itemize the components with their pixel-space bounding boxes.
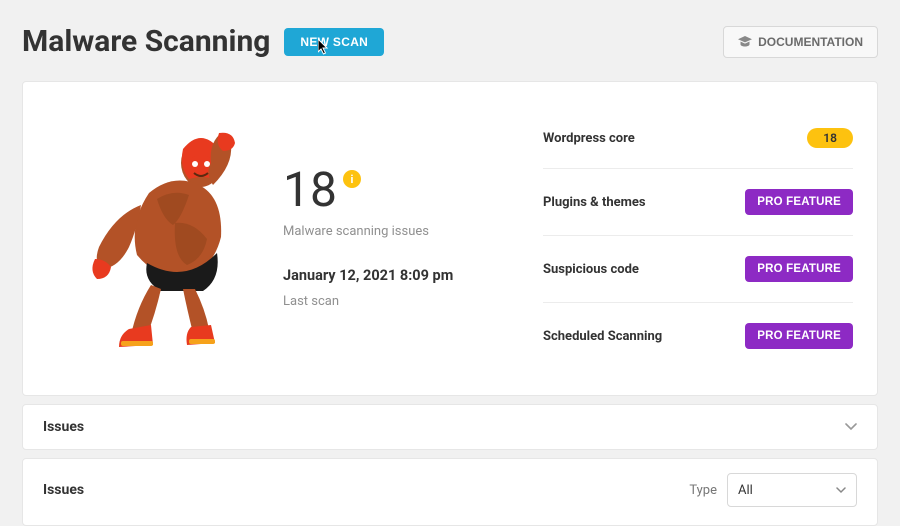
info-badge-icon: i xyxy=(343,170,361,188)
issues-panel-title: Issues xyxy=(43,482,84,498)
page-header: Malware Scanning NEW SCAN DOCUMENTATION xyxy=(0,0,900,73)
type-filter-label: Type xyxy=(689,483,717,498)
chevron-down-icon xyxy=(836,484,846,497)
stat-label: Wordpress core xyxy=(543,131,635,146)
new-scan-label: NEW SCAN xyxy=(300,35,368,49)
stats-column: Wordpress core 18 Plugins & themes PRO F… xyxy=(543,108,853,369)
stat-label: Scheduled Scanning xyxy=(543,329,662,344)
last-scan-time: January 12, 2021 8:09 pm xyxy=(283,267,543,284)
page-title: Malware Scanning xyxy=(22,24,270,59)
pro-feature-button[interactable]: PRO FEATURE xyxy=(745,256,853,282)
stat-label: Suspicious code xyxy=(543,262,639,277)
issue-count: 18 xyxy=(283,166,337,214)
chevron-down-icon xyxy=(845,419,857,435)
last-scan-label: Last scan xyxy=(283,294,543,309)
issue-subtitle: Malware scanning issues xyxy=(283,224,543,239)
pro-feature-button[interactable]: PRO FEATURE xyxy=(745,323,853,349)
stat-row-scheduled-scanning: Scheduled Scanning PRO FEATURE xyxy=(543,303,853,369)
documentation-label: DOCUMENTATION xyxy=(758,35,863,49)
summary-column: 18 i Malware scanning issues January 12,… xyxy=(283,108,543,369)
stat-count-badge: 18 xyxy=(807,128,853,148)
issues-panel: Issues Type All xyxy=(22,458,878,526)
new-scan-button[interactable]: NEW SCAN xyxy=(284,28,384,56)
issues-accordion[interactable]: Issues xyxy=(22,404,878,450)
type-filter-select[interactable]: All xyxy=(727,473,857,507)
mascot-icon xyxy=(63,129,243,349)
mascot-column xyxy=(23,108,283,369)
stat-row-suspicious-code: Suspicious code PRO FEATURE xyxy=(543,236,853,303)
issues-accordion-title: Issues xyxy=(43,419,84,435)
stat-label: Plugins & themes xyxy=(543,195,646,210)
documentation-button[interactable]: DOCUMENTATION xyxy=(723,26,878,58)
graduation-cap-icon xyxy=(738,36,752,48)
pro-feature-button[interactable]: PRO FEATURE xyxy=(745,189,853,215)
overview-card: 18 i Malware scanning issues January 12,… xyxy=(22,81,878,396)
stat-row-wordpress-core: Wordpress core 18 xyxy=(543,108,853,169)
type-filter-value: All xyxy=(738,483,753,498)
cursor-icon xyxy=(318,39,330,55)
stat-row-plugins-themes: Plugins & themes PRO FEATURE xyxy=(543,169,853,236)
